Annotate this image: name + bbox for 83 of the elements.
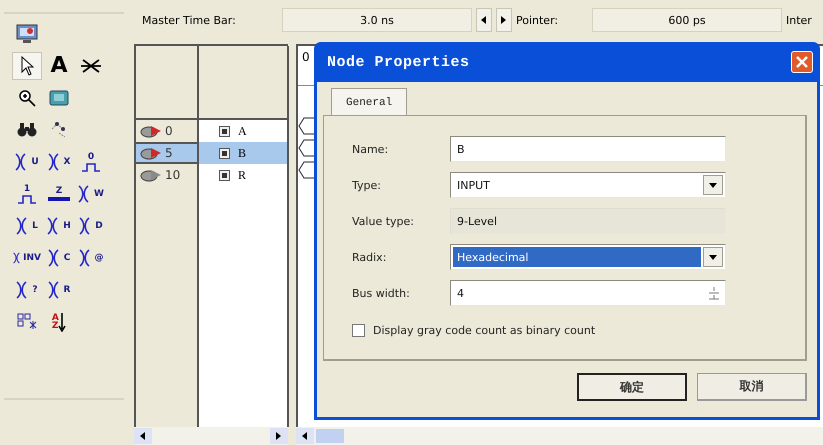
field-label: Value type: (352, 214, 415, 228)
high-impedance-tool-button[interactable]: Z (44, 180, 74, 208)
left-arrow-icon (302, 432, 308, 440)
next-button[interactable] (496, 8, 512, 32)
waveform-tool-button[interactable]: D (76, 212, 106, 240)
expand-icon (219, 126, 230, 136)
pointer-tool-button[interactable] (12, 52, 42, 80)
value-type-field: 9-Level (450, 208, 726, 234)
pointer-field[interactable]: 600 ps (592, 8, 782, 32)
node-name-cell[interactable]: A (199, 120, 287, 142)
pointer-icon (20, 56, 34, 76)
level-tool-button[interactable]: 1 (12, 180, 42, 208)
waveform-tool-button[interactable]: INV (12, 244, 42, 272)
binoculars-icon (17, 122, 37, 138)
master-time-bar-label: Master Time Bar: (142, 14, 237, 26)
waveform-tool-button[interactable]: H (44, 212, 74, 240)
dropdown-field[interactable]: Hexadecimal (450, 244, 726, 270)
close-button[interactable] (791, 51, 813, 73)
monitor-icon (16, 24, 38, 44)
cancel-button[interactable]: 取消 (697, 373, 807, 401)
group-icon (16, 312, 38, 332)
right-arrow-icon (276, 432, 282, 440)
field-label: Bus width: (352, 286, 411, 300)
left-arrow-icon (481, 16, 487, 24)
dropdown-field[interactable]: INPUT (450, 172, 726, 198)
pulse-icon (17, 194, 37, 204)
down-arrow-icon (58, 312, 66, 332)
waveform-scroll-left-button[interactable] (296, 428, 314, 444)
zoom-icon (18, 89, 36, 107)
general-tab[interactable]: General (331, 88, 408, 116)
caret-icon (709, 182, 717, 188)
rectangle-icon (49, 90, 69, 106)
waveform-tool-button[interactable]: C (44, 244, 74, 272)
previous-button[interactable] (476, 8, 492, 32)
dropdown-button[interactable] (703, 247, 723, 267)
text-tool-button[interactable]: A (44, 52, 74, 80)
bus-waveform (298, 139, 314, 157)
sort-tool-button[interactable]: AZ (44, 308, 74, 336)
node-icon (80, 57, 102, 75)
level-tool-button[interactable]: 0 (76, 148, 106, 176)
field-label: Type: (352, 178, 382, 192)
pointer-label: Pointer: (516, 14, 560, 26)
master-time-field[interactable]: 3.0 ns (282, 8, 472, 32)
bus-waveform (298, 161, 314, 179)
waveform-tool-button[interactable]: L (12, 212, 42, 240)
time-ruler-label: 0 (302, 50, 310, 64)
spinner-icon (708, 286, 720, 300)
waveform-tool-button[interactable]: U (12, 148, 42, 176)
scroll-thumb[interactable] (316, 429, 344, 443)
field-label: Name: (352, 142, 390, 156)
node-name-cell[interactable]: R (199, 164, 287, 186)
scroll-left-button[interactable] (134, 428, 152, 444)
scroll-right-button[interactable] (270, 428, 288, 444)
ok-button[interactable]: 确定 (577, 373, 687, 401)
waveform-tool-button[interactable]: R (44, 276, 74, 304)
node-name-cell[interactable]: B (199, 142, 287, 164)
waveform-tool-button[interactable]: ? (12, 276, 42, 304)
input-pin-icon (140, 124, 162, 138)
field-label: Radix: (352, 250, 388, 264)
node-value-cell[interactable]: 10 (136, 164, 197, 186)
input-pin-icon (140, 146, 162, 160)
waveform-tool-button[interactable]: W (76, 180, 106, 208)
dropdown-button[interactable] (703, 175, 723, 195)
close-icon (796, 56, 808, 68)
dialog-title: Node Properties (327, 54, 470, 70)
bus-width-field[interactable]: 4 (450, 280, 726, 306)
checkbox-label: Display gray code count as binary count (373, 324, 596, 337)
node-value-cell[interactable]: 0 (136, 120, 197, 142)
bar-icon (48, 196, 70, 202)
waveform-tool-button[interactable]: X (44, 148, 74, 176)
waveform-tool-button[interactable]: @ (76, 244, 106, 272)
expand-icon (219, 170, 230, 180)
expand-icon (219, 148, 230, 158)
interval-label: Inter (786, 14, 812, 26)
left-arrow-icon (140, 432, 146, 440)
checkbox[interactable] (352, 324, 365, 337)
node-value-cell[interactable]: 5 (136, 142, 197, 164)
output-pin-icon (140, 168, 162, 182)
right-arrow-icon (501, 16, 507, 24)
bus-waveform (298, 117, 314, 135)
caret-icon (709, 254, 717, 260)
name-field[interactable]: B (450, 136, 726, 162)
pulse-icon (81, 162, 101, 172)
